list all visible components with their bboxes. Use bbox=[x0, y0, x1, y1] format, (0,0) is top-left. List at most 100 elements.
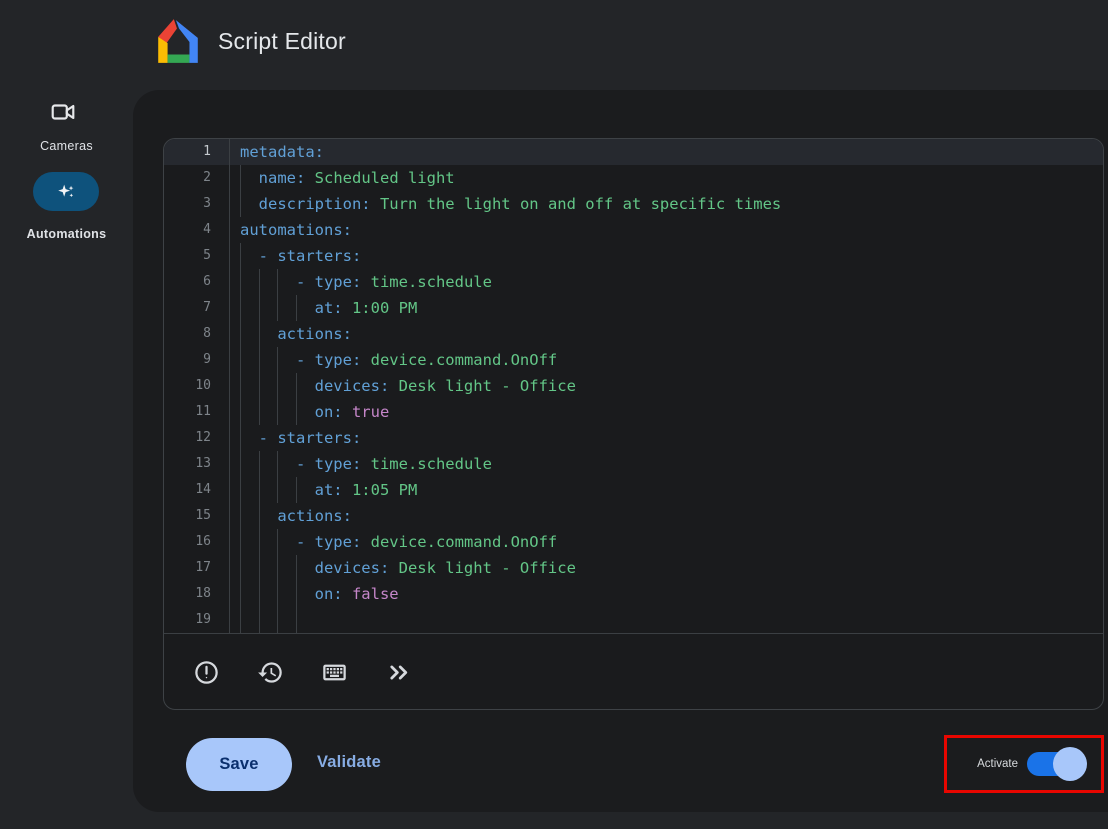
code-line[interactable]: 2name: Scheduled light bbox=[164, 165, 1103, 191]
indent-guide bbox=[240, 321, 259, 347]
toggle-thumb bbox=[1053, 747, 1087, 781]
line-number: 11 bbox=[164, 399, 230, 425]
sidebar-item-automations[interactable]: Automations bbox=[0, 172, 133, 287]
code-text: at: 1:05 PM bbox=[230, 477, 417, 503]
code-text: on: true bbox=[230, 399, 389, 425]
line-number: 15 bbox=[164, 503, 230, 529]
activate-label: Activate bbox=[977, 758, 1018, 770]
code-line[interactable]: 16- type: device.command.OnOff bbox=[164, 529, 1103, 555]
code-text: actions: bbox=[230, 503, 352, 529]
code-line[interactable]: 17devices: Desk light - Office bbox=[164, 555, 1103, 581]
indent-guide bbox=[259, 477, 278, 503]
code-text: devices: Desk light - Office bbox=[230, 555, 576, 581]
line-number: 19 bbox=[164, 607, 230, 633]
line-number: 4 bbox=[164, 217, 230, 243]
code-token: - type: bbox=[296, 273, 361, 291]
indent-guide bbox=[277, 399, 296, 425]
videocam-icon bbox=[50, 99, 76, 125]
code-text: name: Scheduled light bbox=[230, 165, 455, 191]
line-number: 12 bbox=[164, 425, 230, 451]
line-number: 3 bbox=[164, 191, 230, 217]
line-number: 5 bbox=[164, 243, 230, 269]
indent-guide bbox=[259, 295, 278, 321]
code-text: on: false bbox=[230, 581, 399, 607]
line-number: 17 bbox=[164, 555, 230, 581]
code-line[interactable]: 10devices: Desk light - Office bbox=[164, 373, 1103, 399]
code-line[interactable]: 4 automations: bbox=[164, 217, 1103, 243]
keyboard-icon[interactable] bbox=[321, 659, 348, 686]
code-token: device.command.OnOff bbox=[361, 351, 557, 369]
code-line[interactable]: 1metadata: bbox=[164, 139, 1103, 165]
code-text: automations: bbox=[230, 217, 352, 243]
sidebar-label-cameras: Cameras bbox=[0, 139, 133, 153]
activate-toggle[interactable] bbox=[1027, 752, 1079, 776]
code-line[interactable]: 15actions: bbox=[164, 503, 1103, 529]
code-line[interactable]: 7at: 1:00 PM bbox=[164, 295, 1103, 321]
header: Script Editor bbox=[0, 0, 1108, 90]
sidebar-item-cameras[interactable]: Cameras bbox=[0, 90, 133, 160]
indent-guide bbox=[296, 295, 315, 321]
code-token: Desk light - Office bbox=[389, 377, 576, 395]
line-number: 9 bbox=[164, 347, 230, 373]
code-text: devices: Desk light - Office bbox=[230, 373, 576, 399]
code-token: - type: bbox=[296, 351, 361, 369]
code-token: automations: bbox=[240, 221, 352, 239]
code-text: - starters: bbox=[230, 425, 361, 451]
editor-toolbar bbox=[164, 633, 1103, 710]
code-text bbox=[230, 607, 315, 633]
code-line[interactable]: 8actions: bbox=[164, 321, 1103, 347]
code-token: actions: bbox=[277, 325, 352, 343]
code-line[interactable]: 19 bbox=[164, 607, 1103, 633]
code-token: time.schedule bbox=[361, 455, 492, 473]
indent-guide bbox=[240, 581, 259, 607]
save-button[interactable]: Save bbox=[186, 738, 292, 791]
validate-button[interactable]: Validate bbox=[317, 753, 381, 772]
indent-guide bbox=[259, 555, 278, 581]
indent-guide bbox=[277, 607, 296, 633]
indent-guide bbox=[296, 581, 315, 607]
history-icon[interactable] bbox=[257, 659, 284, 686]
code-token: Scheduled light bbox=[305, 169, 454, 187]
code-token: description: bbox=[259, 195, 371, 213]
code-token: true bbox=[343, 403, 390, 421]
indent-guide bbox=[259, 529, 278, 555]
indent-guide bbox=[240, 269, 259, 295]
indent-guide bbox=[240, 191, 259, 217]
code-token: at: bbox=[315, 299, 343, 317]
indent-guide bbox=[277, 581, 296, 607]
indent-guide bbox=[240, 399, 259, 425]
indent-guide bbox=[240, 347, 259, 373]
code-line[interactable]: 5 - starters: bbox=[164, 243, 1103, 269]
code-line[interactable]: 11on: true bbox=[164, 399, 1103, 425]
code-editor[interactable]: 1metadata:2name: Scheduled light3 descrip… bbox=[163, 138, 1104, 710]
indent-guide bbox=[277, 477, 296, 503]
indent-guide bbox=[277, 347, 296, 373]
code-token: Turn the light on and off at specific ti… bbox=[371, 195, 782, 213]
indent-guide bbox=[277, 451, 296, 477]
code-line[interactable]: 13- type: time.schedule bbox=[164, 451, 1103, 477]
code-text: - starters: bbox=[230, 243, 361, 269]
code-line[interactable]: 9 - type: device.command.OnOff bbox=[164, 347, 1103, 373]
indent-guide bbox=[259, 269, 278, 295]
code-token: - type: bbox=[296, 533, 361, 551]
indent-guide bbox=[296, 555, 315, 581]
code-line[interactable]: 12 - starters: bbox=[164, 425, 1103, 451]
code-token: - starters: bbox=[259, 429, 362, 447]
code-line[interactable]: 3 description: Turn the light on and off … bbox=[164, 191, 1103, 217]
code-token: time.schedule bbox=[361, 273, 492, 291]
code-token: - starters: bbox=[259, 247, 362, 265]
automations-active-pill[interactable] bbox=[33, 172, 99, 211]
code-text: metadata: bbox=[230, 139, 324, 165]
indent-guide bbox=[296, 607, 315, 633]
indent-guide bbox=[277, 295, 296, 321]
problems-icon[interactable] bbox=[193, 659, 220, 686]
code-token: on: bbox=[315, 403, 343, 421]
code-line[interactable]: 6- type: time.schedule bbox=[164, 269, 1103, 295]
indent-guide bbox=[259, 347, 278, 373]
code-token: - type: bbox=[296, 455, 361, 473]
code-line[interactable]: 18on: false bbox=[164, 581, 1103, 607]
code-line[interactable]: 14at: 1:05 PM bbox=[164, 477, 1103, 503]
indent-guide bbox=[240, 555, 259, 581]
double-chevron-icon[interactable] bbox=[385, 659, 412, 686]
sidebar: Cameras Automations bbox=[0, 90, 133, 829]
